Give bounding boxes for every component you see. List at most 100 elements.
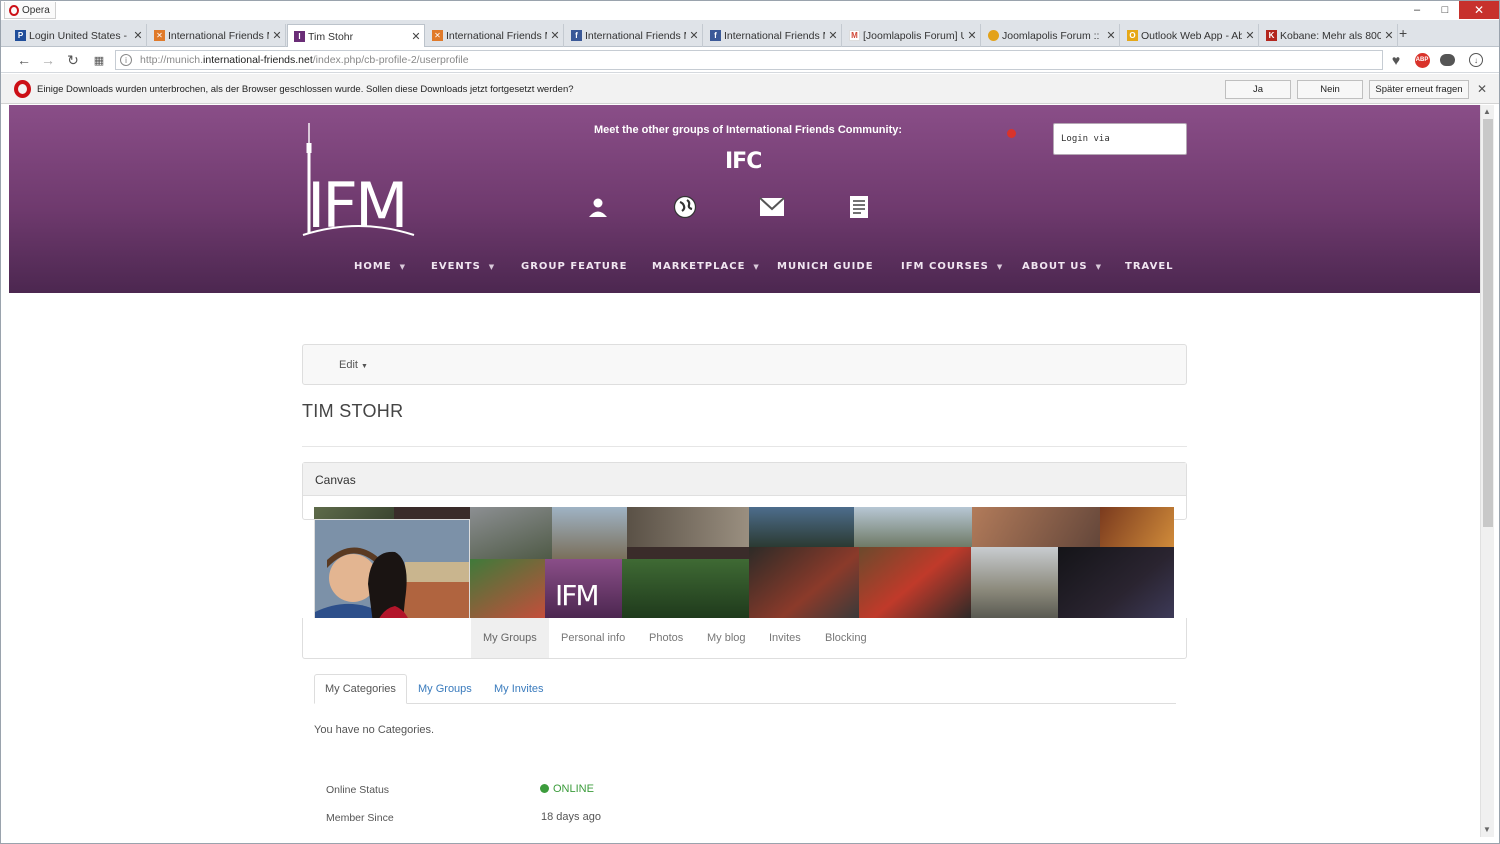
speed-dial-icon[interactable]: ▦ — [90, 51, 108, 69]
nav-item-marketplace[interactable]: MARKETPLACE ▼ — [652, 261, 760, 272]
nav-label: IFM COURSES — [901, 261, 989, 272]
browser-window: Opera – □ ✕ P Login United States - P ✕ … — [0, 0, 1500, 844]
cover-photo — [749, 507, 854, 547]
browser-tab[interactable]: Joomlapolis Forum :: R ✕ — [982, 24, 1120, 47]
tab-invites[interactable]: Invites — [757, 618, 813, 658]
ifc-logo[interactable]: IFC — [725, 149, 762, 174]
profile-icon[interactable] — [585, 194, 611, 220]
online-status-text: ONLINE — [553, 783, 594, 795]
online-status-value: ONLINE — [540, 783, 594, 795]
close-tab-icon[interactable]: ✕ — [408, 30, 424, 43]
browser-tab[interactable]: ✕ International Friends M ✕ — [426, 24, 564, 47]
globe-icon[interactable] — [672, 194, 698, 220]
nav-item-travel[interactable]: TRAVEL — [1125, 261, 1174, 272]
login-dropdown[interactable]: Login via — [1053, 123, 1187, 155]
tab-title: International Friends M — [724, 29, 825, 42]
browser-tab[interactable]: K Kobane: Mehr als 800 T ✕ — [1260, 24, 1398, 47]
nav-item-group-feature[interactable]: GROUP FEATURE — [521, 261, 627, 272]
browser-tab[interactable]: P Login United States - P ✕ — [9, 24, 147, 47]
close-tab-icon[interactable]: ✕ — [130, 29, 146, 42]
browser-tab[interactable]: f International Friends M ✕ — [704, 24, 842, 47]
scroll-up-icon[interactable]: ▲ — [1483, 107, 1491, 116]
nav-item-ifm-courses[interactable]: IFM COURSES ▼ — [901, 261, 1003, 272]
close-tab-icon[interactable]: ✕ — [1381, 29, 1397, 42]
nav-label: MUNICH GUIDE — [777, 261, 874, 272]
browser-tab-active[interactable]: I Tim Stohr ✕ — [287, 24, 425, 48]
url-prefix: http://munich. — [140, 54, 204, 66]
heart-icon[interactable]: ♥ — [1387, 51, 1405, 69]
tab-blocking[interactable]: Blocking — [813, 618, 879, 658]
subtab-my-invites[interactable]: My Invites — [484, 674, 554, 704]
window-controls: – □ ✕ — [1403, 1, 1499, 20]
tab-photos[interactable]: Photos — [637, 618, 695, 658]
maximize-button[interactable]: □ — [1431, 1, 1459, 19]
gmail-icon: M — [849, 30, 860, 41]
extension-icon[interactable] — [1438, 51, 1456, 69]
notification-dot — [1007, 129, 1016, 138]
site-info-icon[interactable]: i — [120, 54, 132, 66]
page-scrollbar[interactable]: ▲ ▼ — [1480, 105, 1494, 837]
community-text: Meet the other groups of International F… — [594, 124, 903, 136]
news-icon: K — [1266, 30, 1277, 41]
scrollbar-thumb[interactable] — [1483, 119, 1493, 527]
opera-menu-button[interactable]: Opera — [4, 2, 56, 19]
tab-title: International Friends M — [446, 29, 547, 42]
close-tab-icon[interactable]: ✕ — [686, 29, 702, 42]
close-tab-icon[interactable]: ✕ — [1242, 29, 1258, 42]
mail-icon[interactable] — [759, 194, 785, 220]
nav-item-home[interactable]: HOME ▼ — [354, 261, 406, 272]
field-label-member-since: Member Since — [326, 812, 394, 824]
site-logo[interactable]: IFM — [301, 123, 416, 241]
nav-item-events[interactable]: EVENTS ▼ — [431, 261, 495, 272]
main-navigation: HOME ▼ EVENTS ▼ GROUP FEATURE MARKETPLACE ▼… — [9, 261, 1480, 281]
document-icon[interactable] — [846, 194, 872, 220]
reload-icon[interactable]: ↻ — [64, 51, 82, 69]
caret-down-icon: ▼ — [361, 363, 368, 370]
subtab-my-groups[interactable]: My Groups — [408, 674, 482, 704]
url-field[interactable]: i http://munich. international-friends.ne… — [115, 50, 1383, 70]
close-tab-icon[interactable]: ✕ — [547, 29, 563, 42]
outlook-icon: O — [1127, 30, 1138, 41]
notification-text: Einige Downloads wurden unterbrochen, al… — [37, 84, 574, 95]
minimize-button[interactable]: – — [1403, 1, 1431, 19]
close-window-button[interactable]: ✕ — [1459, 1, 1499, 19]
new-tab-button[interactable]: + — [1399, 25, 1407, 41]
nav-item-munich-guide[interactable]: MUNICH GUIDE — [777, 261, 874, 272]
tab-title: Kobane: Mehr als 800 T — [1280, 29, 1381, 42]
tab-my-blog[interactable]: My blog — [695, 618, 758, 658]
close-notification-icon[interactable]: ✕ — [1477, 82, 1487, 96]
forward-icon[interactable]: → — [39, 51, 57, 69]
close-tab-icon[interactable]: ✕ — [825, 29, 841, 42]
tab-my-groups[interactable]: My Groups — [471, 618, 549, 658]
close-tab-icon[interactable]: ✕ — [1103, 29, 1119, 42]
nav-label: EVENTS — [431, 261, 481, 272]
edit-dropdown-button[interactable]: Edit ▼ — [339, 359, 368, 371]
download-icon[interactable]: ↓ — [1467, 51, 1485, 69]
browser-tab[interactable]: O Outlook Web App - Ab ✕ — [1121, 24, 1259, 47]
tab-personal-info[interactable]: Personal info — [549, 618, 637, 658]
chevron-down-icon: ▼ — [1095, 263, 1102, 271]
subtab-my-categories[interactable]: My Categories — [314, 674, 407, 704]
facebook-icon: f — [571, 30, 582, 41]
member-since-value: 18 days ago — [541, 811, 601, 823]
scroll-down-icon[interactable]: ▼ — [1483, 825, 1491, 834]
browser-tab[interactable]: f International Friends M ✕ — [565, 24, 703, 47]
yes-button[interactable]: Ja — [1225, 80, 1291, 99]
nav-item-about-us[interactable]: ABOUT US ▼ — [1022, 261, 1102, 272]
ask-later-button[interactable]: Später erneut fragen — [1369, 80, 1469, 99]
chevron-down-icon: ▼ — [753, 263, 760, 271]
cover-photo — [749, 547, 859, 618]
back-icon[interactable]: ← — [15, 51, 33, 69]
adblock-icon[interactable]: ABP — [1413, 51, 1431, 69]
close-tab-icon[interactable]: ✕ — [269, 29, 285, 42]
no-button[interactable]: Nein — [1297, 80, 1363, 99]
joomlapolis-icon — [988, 30, 999, 41]
close-tab-icon[interactable]: ✕ — [964, 29, 980, 42]
paypal-icon: P — [15, 30, 26, 41]
joomla-icon: ✕ — [154, 30, 165, 41]
cover-photo — [552, 507, 627, 559]
browser-tab[interactable]: M [Joomlapolis Forum] U ✕ — [843, 24, 981, 47]
canvas-title: Canvas — [303, 463, 1186, 496]
browser-tab[interactable]: ✕ International Friends M ✕ — [148, 24, 286, 47]
nav-label: TRAVEL — [1125, 261, 1174, 272]
